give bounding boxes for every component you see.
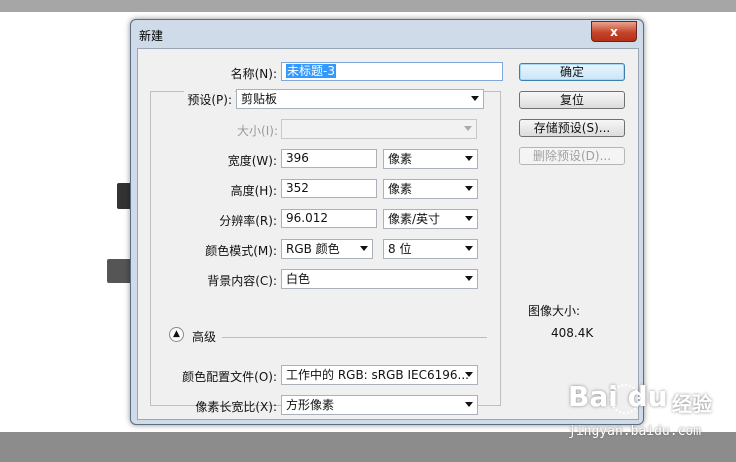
background-top-bar: [0, 0, 736, 12]
advanced-toggle-button[interactable]: ▲: [169, 327, 184, 342]
color-profile-select[interactable]: 工作中的 RGB: sRGB IEC6196...: [281, 365, 478, 385]
close-icon: x: [610, 24, 618, 39]
name-label: 名称(N):: [230, 67, 277, 81]
width-unit-value: 像素: [388, 152, 413, 166]
watermark-url: jingyan.baidu.com: [568, 424, 702, 439]
preset-label: 预设(P):: [184, 91, 235, 108]
background-value: 白色: [286, 272, 311, 286]
pixel-aspect-value: 方形像素: [286, 398, 335, 412]
dropdown-arrow-icon: [465, 186, 473, 191]
bit-depth-value: 8 位: [388, 242, 412, 256]
dropdown-arrow-icon: [360, 246, 368, 251]
advanced-divider: [222, 337, 487, 338]
width-value: 396: [286, 151, 309, 165]
size-select[interactable]: [281, 119, 477, 139]
dropdown-arrow-icon: [465, 276, 473, 281]
background-label: 背景内容(C):: [207, 274, 277, 288]
dropdown-arrow-icon: [471, 96, 479, 101]
bit-depth-select[interactable]: 8 位: [383, 239, 478, 259]
name-input[interactable]: 未标题-3: [281, 62, 503, 81]
resolution-unit-select[interactable]: 像素/英寸: [383, 209, 478, 229]
dropdown-arrow-icon: [465, 216, 473, 221]
resolution-input[interactable]: 96.012: [281, 209, 377, 228]
dropdown-arrow-icon: [465, 156, 473, 161]
reset-button[interactable]: 复位: [519, 91, 625, 109]
dialog-body: 名称(N): 未标题-3 预设(P): 剪贴板 大小(I): 宽度(W): 39…: [137, 48, 639, 420]
height-value: 352: [286, 181, 309, 195]
image-size-label: 图像大小:: [528, 304, 581, 318]
color-mode-select[interactable]: RGB 颜色: [281, 239, 373, 259]
height-input[interactable]: 352: [281, 179, 377, 198]
dropdown-arrow-icon: [464, 126, 472, 131]
new-document-dialog: 新建 x 名称(N): 未标题-3 预设(P): 剪贴板 大小(I): 宽度(W…: [130, 19, 644, 425]
preset-value: 剪贴板: [241, 92, 278, 106]
image-size-value: 408.4K: [551, 326, 594, 340]
advanced-label: 高级: [192, 330, 217, 344]
preset-select[interactable]: 剪贴板: [236, 89, 484, 109]
double-chevron-up-icon: ▲: [173, 329, 180, 339]
dropdown-arrow-icon: [465, 372, 473, 377]
resolution-label: 分辨率(R):: [219, 214, 277, 228]
pixel-aspect-label: 像素长宽比(X):: [195, 400, 277, 414]
baidu-jingyan-watermark: Bai du 经验 jingyan.baidu.com: [568, 380, 728, 442]
baidu-paw-icon: [610, 384, 640, 414]
pixel-aspect-select[interactable]: 方形像素: [281, 395, 478, 415]
dialog-title: 新建: [139, 29, 164, 43]
width-label: 宽度(W):: [227, 154, 277, 168]
color-mode-label: 颜色模式(M):: [205, 244, 277, 258]
save-preset-button[interactable]: 存储预设(S)...: [519, 119, 625, 137]
width-unit-select[interactable]: 像素: [383, 149, 478, 169]
height-unit-select[interactable]: 像素: [383, 179, 478, 199]
size-label: 大小(I):: [237, 124, 278, 138]
ok-button[interactable]: 确定: [519, 63, 625, 81]
resolution-value: 96.012: [286, 211, 328, 225]
width-input[interactable]: 396: [281, 149, 377, 168]
color-mode-value: RGB 颜色: [286, 242, 340, 256]
height-unit-value: 像素: [388, 182, 413, 196]
dialog-titlebar[interactable]: 新建 x: [131, 20, 643, 48]
height-label: 高度(H):: [230, 184, 277, 198]
dropdown-arrow-icon: [465, 402, 473, 407]
resolution-unit-value: 像素/英寸: [388, 212, 441, 226]
color-profile-label: 颜色配置文件(O):: [182, 370, 277, 384]
dropdown-arrow-icon: [465, 246, 473, 251]
color-profile-value: 工作中的 RGB: sRGB IEC6196...: [286, 368, 469, 382]
close-button[interactable]: x: [591, 21, 637, 42]
watermark-text: 经验: [672, 392, 712, 416]
name-value: 未标题-3: [286, 64, 336, 78]
delete-preset-button[interactable]: 删除预设(D)...: [519, 147, 625, 165]
background-select[interactable]: 白色: [281, 269, 478, 289]
